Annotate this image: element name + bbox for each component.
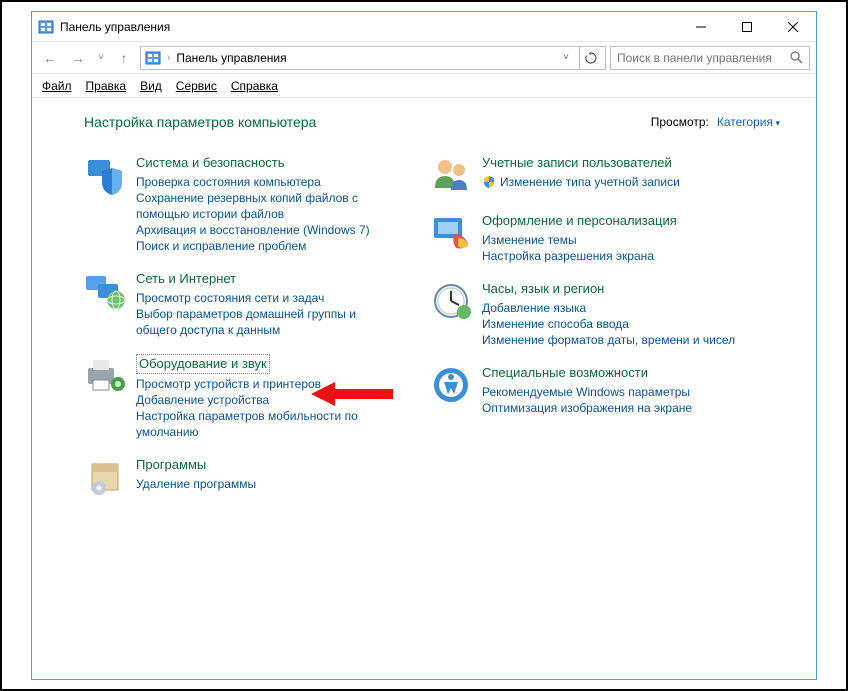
category-right-1: Оформление и персонализация Изменение тем… [430, 212, 740, 264]
uac-shield-icon [482, 175, 496, 189]
category-link[interactable]: Поиск и исправление проблем [136, 238, 394, 254]
category-link[interactable]: Оптимизация изображения на экране [482, 400, 692, 416]
menu-bar: Файл Правка Вид Сервис Справка [32, 74, 816, 98]
box-icon [84, 456, 126, 498]
search-placeholder: Поиск в панели управления [617, 51, 772, 65]
category-left-3: Программы Удаление программы [84, 456, 394, 498]
category-right-2: Часы, язык и регионДобавление языкаИзмен… [430, 280, 740, 348]
category-link[interactable]: Изменение способа ввода [482, 316, 735, 332]
address-bar: ← → ˅ ↑ › Панель управления ˅ Поиск в па… [32, 42, 816, 74]
category-link[interactable]: Настройка параметров мобильности по умол… [136, 408, 394, 440]
category-right-0: Учетные записи пользователей Изменение ти… [430, 154, 740, 196]
category-link[interactable]: Добавление языка [482, 300, 735, 316]
users-icon [430, 154, 472, 196]
search-input[interactable]: Поиск в панели управления [610, 46, 810, 70]
content-area: Настройка параметров компьютера Просмотр… [32, 98, 816, 679]
ease-icon [430, 364, 472, 406]
view-by-label: Просмотр: [651, 115, 709, 129]
left-column: Система и безопасность Проверка состояния… [84, 154, 394, 498]
category-link[interactable]: Изменение форматов даты, времени и чисел [482, 332, 735, 348]
category-title[interactable]: Учетные записи пользователей [482, 154, 680, 172]
menu-help[interactable]: Справка [231, 79, 278, 93]
category-link[interactable]: Сохранение резервных копий файлов с помо… [136, 190, 394, 222]
clock-icon [430, 280, 472, 322]
category-title[interactable]: Часы, язык и регион [482, 280, 735, 298]
category-title[interactable]: Система и безопасность [136, 154, 394, 172]
category-left-2: Оборудование и звук Просмотр устройств и … [84, 354, 394, 440]
search-icon [790, 51, 803, 64]
menu-file[interactable]: Файл [42, 79, 72, 93]
nav-up-button[interactable]: ↑ [112, 46, 136, 70]
category-link[interactable]: Просмотр устройств и принтеров [136, 376, 394, 392]
control-panel-icon [38, 19, 54, 35]
menu-edit[interactable]: Правка [86, 79, 127, 93]
category-link[interactable]: Проверка состояния компьютера [136, 174, 394, 190]
category-left-0: Система и безопасность Проверка состояния… [84, 154, 394, 254]
category-title[interactable]: Специальные возможности [482, 364, 692, 382]
minimize-button[interactable] [678, 12, 724, 42]
page-title: Настройка параметров компьютера [84, 114, 316, 130]
nav-back-button[interactable]: ← [38, 46, 62, 70]
chevron-right-icon: › [167, 52, 170, 63]
nav-forward-button[interactable]: → [66, 46, 90, 70]
category-title[interactable]: Оборудование и звук [136, 354, 270, 374]
category-title[interactable]: Программы [136, 456, 256, 474]
shield-icon [84, 154, 126, 196]
nav-recent-button[interactable]: ˅ [94, 46, 108, 70]
category-link[interactable]: Просмотр состояния сети и задач [136, 290, 394, 306]
globe-icon [84, 270, 126, 312]
category-link[interactable]: Изменение типа учетной записи [482, 174, 680, 190]
printer-icon [84, 354, 126, 396]
close-button[interactable] [770, 12, 816, 42]
chevron-down-icon[interactable]: ˅ [563, 52, 573, 63]
control-panel-window: Панель управления ← → ˅ ↑ [31, 11, 817, 680]
right-column: Учетные записи пользователей Изменение ти… [430, 154, 740, 498]
category-link[interactable]: Удаление программы [136, 476, 256, 492]
refresh-button[interactable] [579, 47, 601, 69]
category-link[interactable]: Рекомендуемые Windows параметры [482, 384, 692, 400]
category-title[interactable]: Оформление и персонализация [482, 212, 677, 230]
menu-tools[interactable]: Сервис [176, 79, 217, 93]
address-crumb[interactable]: Панель управления [176, 51, 286, 65]
address-input[interactable]: › Панель управления ˅ [140, 46, 606, 70]
category-title[interactable]: Сеть и Интернет [136, 270, 394, 288]
control-panel-icon [145, 50, 161, 66]
category-right-3: Специальные возможности Рекомендуемые Win… [430, 364, 740, 416]
view-by-dropdown[interactable]: Категория [717, 115, 780, 129]
category-link[interactable]: Архивация и восстановление (Windows 7) [136, 222, 394, 238]
window-title: Панель управления [60, 20, 678, 34]
category-link[interactable]: Выбор параметров домашней группы и общег… [136, 306, 394, 338]
category-link[interactable]: Добавление устройства [136, 392, 394, 408]
menu-view[interactable]: Вид [140, 79, 162, 93]
category-link[interactable]: Настройка разрешения экрана [482, 248, 677, 264]
appearance-icon [430, 212, 472, 254]
category-link[interactable]: Изменение темы [482, 232, 677, 248]
maximize-button[interactable] [724, 12, 770, 42]
category-left-1: Сеть и Интернет Просмотр состояния сети и… [84, 270, 394, 338]
titlebar: Панель управления [32, 12, 816, 42]
